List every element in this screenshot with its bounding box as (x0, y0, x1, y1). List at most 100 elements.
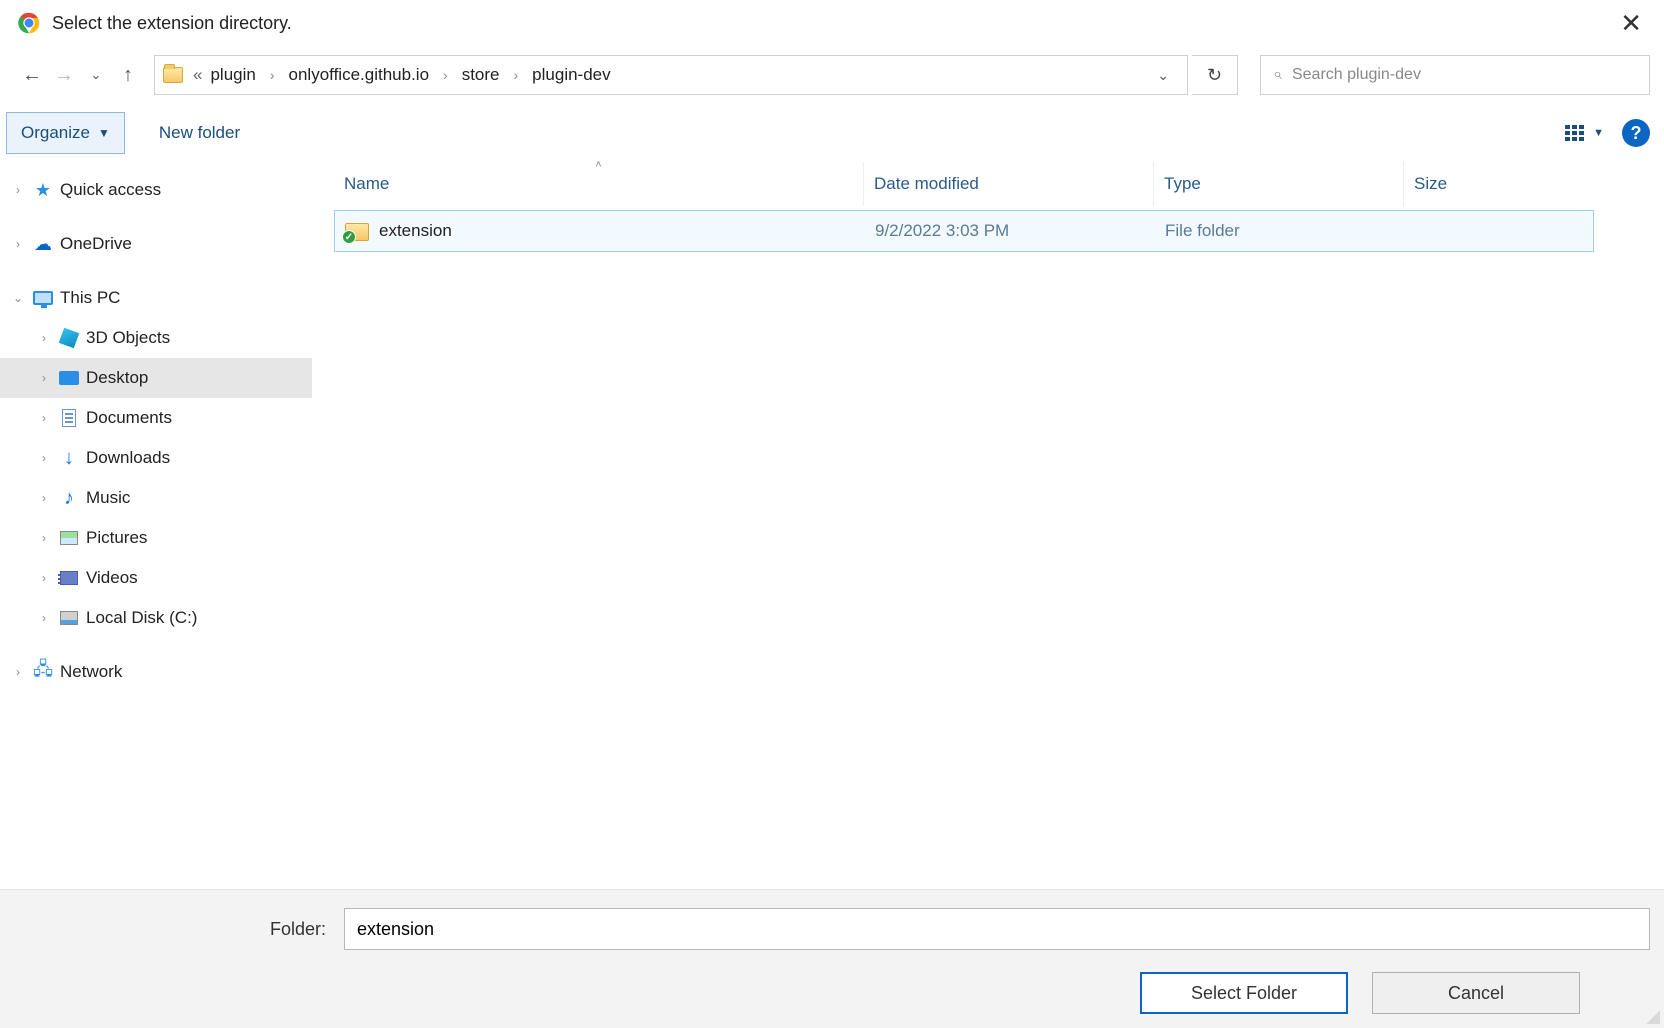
chevron-down-icon: ▼ (1593, 127, 1604, 139)
navbar: ← → ⌄ ↑ plugin › onlyoffice.github.io › … (0, 46, 1664, 104)
tree-quick-access[interactable]: › ★ Quick access (0, 170, 312, 210)
disk-icon (58, 608, 80, 628)
chevron-right-icon: › (266, 67, 279, 83)
column-label: Type (1164, 174, 1201, 194)
desktop-icon (58, 368, 80, 388)
breadcrumb-segment[interactable]: plugin-dev (530, 65, 612, 85)
breadcrumb-segment[interactable]: store (460, 65, 502, 85)
cancel-button[interactable]: Cancel (1372, 972, 1580, 1014)
breadcrumb-segment[interactable]: onlyoffice.github.io (287, 65, 432, 85)
column-headers: ˄ Name Date modified Type Size (312, 162, 1594, 206)
column-header-size[interactable]: Size (1404, 162, 1594, 206)
column-header-name[interactable]: ˄ Name (334, 162, 864, 206)
tree-this-pc[interactable]: ⌄ This PC (0, 278, 312, 318)
tree-videos[interactable]: › Videos (0, 558, 312, 598)
select-folder-button[interactable]: Select Folder (1140, 972, 1348, 1014)
chevron-down-icon: ▼ (98, 126, 110, 140)
column-label: Date modified (874, 174, 979, 194)
up-button[interactable]: ↑ (114, 61, 142, 89)
column-label: Size (1414, 174, 1447, 194)
toolbar: Organize ▼ New folder ▼ ? (0, 104, 1664, 162)
chevron-right-icon: › (36, 611, 52, 625)
search-box[interactable]: ⌕ (1260, 55, 1650, 95)
chevron-right-icon: › (36, 491, 52, 505)
file-date: 9/2/2022 3:03 PM (865, 221, 1155, 241)
cube-icon (58, 328, 80, 348)
tree-label: Quick access (60, 180, 161, 200)
chevron-right-icon: › (10, 665, 26, 679)
tree-label: Downloads (86, 448, 170, 468)
tree-3d-objects[interactable]: › 3D Objects (0, 318, 312, 358)
cloud-icon: ☁ (32, 234, 54, 254)
tree-onedrive[interactable]: › ☁ OneDrive (0, 224, 312, 264)
search-input[interactable] (1292, 66, 1637, 84)
back-button[interactable]: ← (18, 61, 46, 89)
tree-label: Pictures (86, 528, 147, 548)
file-row-selected[interactable]: ✓ extension 9/2/2022 3:03 PM File folder (334, 210, 1594, 252)
folder-icon (163, 67, 183, 83)
monitor-icon (32, 288, 54, 308)
chevron-right-icon: › (36, 531, 52, 545)
pictures-icon (58, 528, 80, 548)
chevron-right-icon: › (510, 67, 523, 83)
titlebar: Select the extension directory. ✕ (0, 0, 1664, 46)
help-button[interactable]: ? (1622, 119, 1650, 147)
tree-local-disk[interactable]: › Local Disk (C:) (0, 598, 312, 638)
videos-icon (58, 568, 80, 588)
column-label: Name (344, 174, 389, 194)
tree-desktop[interactable]: › Desktop (0, 358, 312, 398)
tree-network[interactable]: › 🖧 Network (0, 652, 312, 692)
column-header-date[interactable]: Date modified (864, 162, 1154, 206)
tree-label: Videos (86, 568, 138, 588)
breadcrumb-segment[interactable]: plugin (191, 65, 258, 85)
chevron-right-icon: › (439, 67, 452, 83)
dialog-title: Select the extension directory. (52, 13, 292, 34)
tree-label: Music (86, 488, 130, 508)
tree-downloads[interactable]: › ↓ Downloads (0, 438, 312, 478)
folder-synced-icon: ✓ (345, 221, 369, 241)
close-button[interactable]: ✕ (1612, 4, 1650, 43)
folder-name-label: Folder: (14, 919, 332, 940)
address-bar[interactable]: plugin › onlyoffice.github.io › store › … (154, 55, 1188, 95)
tree-pictures[interactable]: › Pictures (0, 518, 312, 558)
tree-label: OneDrive (60, 234, 132, 254)
new-folder-button[interactable]: New folder (157, 117, 242, 149)
tree-label: Network (60, 662, 122, 682)
download-icon: ↓ (58, 448, 80, 468)
chevron-right-icon: › (10, 183, 26, 197)
refresh-button[interactable]: ↻ (1192, 55, 1238, 95)
chevron-right-icon: › (36, 411, 52, 425)
document-icon (58, 408, 80, 428)
music-icon: ♪ (58, 488, 80, 508)
nav-tree: › ★ Quick access › ☁ OneDrive ⌄ This PC … (0, 162, 312, 889)
folder-name-input[interactable] (344, 908, 1650, 950)
view-options-button[interactable]: ▼ (1565, 125, 1604, 141)
file-type: File folder (1155, 221, 1405, 241)
chevron-right-icon: › (36, 371, 52, 385)
tree-label: 3D Objects (86, 328, 170, 348)
file-list: ˄ Name Date modified Type Size ✓ extensi… (312, 162, 1664, 889)
main-split: › ★ Quick access › ☁ OneDrive ⌄ This PC … (0, 162, 1664, 889)
chevron-right-icon: › (36, 451, 52, 465)
network-icon: 🖧 (32, 662, 54, 682)
column-header-type[interactable]: Type (1154, 162, 1404, 206)
address-dropdown[interactable]: ⌄ (1147, 67, 1179, 84)
star-icon: ★ (32, 180, 54, 200)
chrome-icon (18, 12, 40, 34)
bottom-panel: Folder: Select Folder Cancel (0, 889, 1664, 1028)
tree-documents[interactable]: › Documents (0, 398, 312, 438)
tree-music[interactable]: › ♪ Music (0, 478, 312, 518)
tree-label: Desktop (86, 368, 148, 388)
file-name: extension (379, 221, 452, 241)
recent-locations-dropdown[interactable]: ⌄ (82, 61, 110, 89)
sort-ascending-icon: ˄ (595, 159, 601, 171)
view-grid-icon (1565, 125, 1585, 141)
chevron-down-icon: ⌄ (10, 291, 26, 305)
organize-button[interactable]: Organize ▼ (6, 112, 125, 154)
organize-label: Organize (21, 123, 90, 143)
forward-button[interactable]: → (50, 61, 78, 89)
chevron-right-icon: › (36, 571, 52, 585)
search-icon: ⌕ (1273, 66, 1282, 84)
tree-label: This PC (60, 288, 120, 308)
resize-grip[interactable] (1646, 1010, 1660, 1024)
